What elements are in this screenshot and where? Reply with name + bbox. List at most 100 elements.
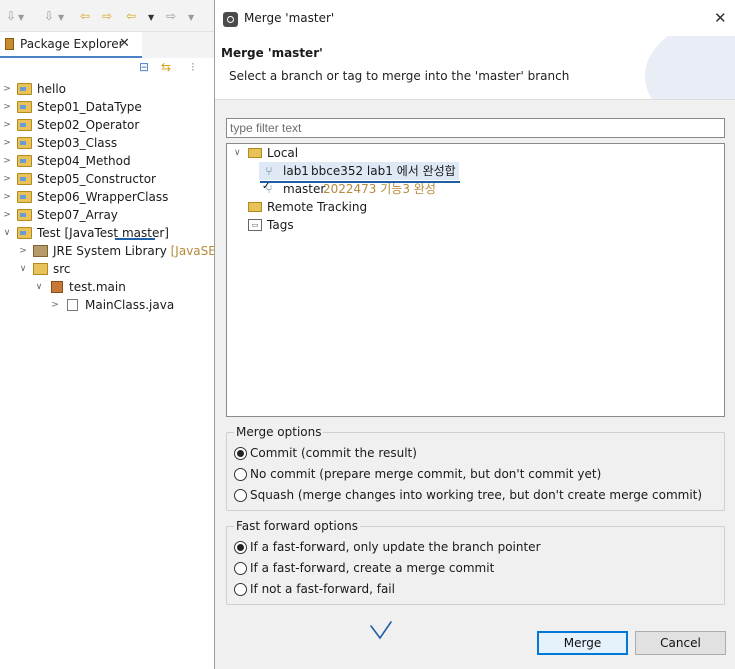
remote-tracking-label: Remote Tracking — [267, 200, 368, 214]
project-icon — [17, 227, 32, 239]
radio-label: Squash (merge changes into working tree,… — [250, 488, 703, 502]
tree-node-tags[interactable]: ▭ Tags — [227, 216, 724, 234]
project-label: Step03_Class — [37, 136, 118, 150]
chevron-right-icon[interactable]: > — [2, 188, 12, 206]
radio-button[interactable] — [234, 583, 247, 596]
fast-forward-options-title: Fast forward options — [234, 519, 360, 533]
library-label: JRE System Library [JavaSE-17 — [53, 242, 235, 260]
previous-annotation-icon[interactable]: ⇦ — [80, 9, 90, 23]
radio-label: Commit (commit the result) — [250, 446, 417, 460]
java-file-icon — [67, 299, 78, 311]
window-title: Merge 'master' — [244, 11, 335, 25]
branch-name: lab1 — [283, 164, 309, 178]
chevron-right-icon[interactable]: > — [2, 134, 12, 152]
library-name: JRE System Library — [53, 244, 167, 258]
link-with-editor-icon[interactable]: ⇆ — [161, 60, 171, 74]
branch-item-master[interactable]: ⑂ ✓ master 2022473 기능3 완성 — [259, 180, 459, 198]
project-label: Step05_Constructor — [37, 172, 156, 186]
external-tool-icon[interactable]: ⇩ — [44, 9, 54, 23]
chevron-right-icon[interactable]: > — [2, 206, 12, 224]
project-label: Step01_DataType — [37, 100, 142, 114]
branch-commit: 2022473 기능3 완성 — [323, 182, 436, 196]
project-label: Step02_Operator — [37, 118, 140, 132]
project-icon — [17, 155, 32, 167]
dialog-titlebar: Merge 'master' ✕ — [215, 0, 735, 36]
annotation-underline — [115, 238, 155, 240]
package-icon — [51, 281, 63, 293]
tab-label: Package Explorer — [20, 37, 124, 51]
filter-input[interactable] — [226, 118, 725, 138]
project-label: hello — [37, 82, 66, 96]
radio-button[interactable] — [234, 447, 247, 460]
merge-options-group: Merge options Commit (commit the result)… — [226, 425, 725, 511]
chevron-down-icon[interactable]: ∨ — [2, 224, 12, 242]
collapse-all-icon[interactable]: ⊟ — [139, 60, 149, 74]
forward-icon[interactable]: ⇨ — [166, 9, 176, 23]
package-label: test.main — [69, 280, 126, 294]
chevron-right-icon[interactable]: > — [2, 152, 12, 170]
radio-label: If a fast-forward, only update the branc… — [250, 540, 541, 554]
folder-icon — [248, 202, 262, 212]
radio-label: If a fast-forward, create a merge commit — [250, 561, 495, 575]
branch-icon: ⑂ — [265, 164, 273, 178]
folder-icon — [248, 148, 262, 158]
close-icon[interactable]: ✕ — [714, 9, 727, 27]
tag-icon: ▭ — [248, 219, 262, 231]
radio-button[interactable] — [234, 468, 247, 481]
merge-dialog: Merge 'master' ✕ Merge 'master' Select a… — [214, 0, 735, 669]
chevron-down-icon[interactable]: ∨ — [34, 278, 44, 296]
chevron-right-icon[interactable]: > — [50, 296, 60, 314]
header-decoration — [645, 36, 735, 99]
project-label: Step04_Method — [37, 154, 131, 168]
library-icon — [33, 245, 48, 257]
radio-button[interactable] — [234, 489, 247, 502]
radio-label: If not a fast-forward, fail — [250, 582, 395, 596]
project-name: Test — [37, 226, 61, 240]
radio-button[interactable] — [234, 562, 247, 575]
project-label: Step06_WrapperClass — [37, 190, 169, 204]
check-icon: ✓ — [262, 181, 271, 192]
chevron-right-icon[interactable]: > — [2, 80, 12, 98]
project-label: Step07_Array — [37, 208, 118, 222]
project-icon — [17, 83, 32, 95]
header-description: Select a branch or tag to merge into the… — [229, 69, 570, 83]
radio-button[interactable] — [234, 541, 247, 554]
cancel-button[interactable]: Cancel — [635, 631, 726, 655]
fast-forward-options-group: Fast forward options If a fast-forward, … — [226, 519, 725, 605]
package-explorer-icon — [5, 38, 14, 50]
chevron-right-icon[interactable]: > — [2, 116, 12, 134]
chevron-right-icon[interactable]: > — [2, 98, 12, 116]
branch-name: master — [283, 182, 326, 196]
project-icon — [17, 101, 32, 113]
project-icon — [17, 137, 32, 149]
chevron-down-icon[interactable]: ▼ — [148, 11, 154, 25]
team-sync-icon[interactable]: ⇩ — [6, 9, 16, 23]
tree-node-remote-tracking[interactable]: Remote Tracking — [227, 198, 724, 216]
chevron-down-icon[interactable]: ∨ — [234, 144, 241, 162]
chevron-down-icon[interactable]: ∨ — [18, 260, 28, 278]
local-label: Local — [267, 146, 299, 160]
source-folder-label: src — [53, 262, 71, 276]
project-icon — [17, 209, 32, 221]
project-icon — [17, 191, 32, 203]
branch-item-lab1[interactable]: ⑂ lab1 bbce352 lab1 에서 완성합 — [259, 162, 459, 180]
next-annotation-icon[interactable]: ⇨ — [102, 9, 112, 23]
view-menu-icon[interactable]: ⁝ — [191, 60, 195, 74]
merge-button[interactable]: Merge — [537, 631, 628, 655]
tree-node-local[interactable]: ∨ Local — [227, 144, 724, 162]
branch-tree: ∨ Local ⑂ lab1 bbce352 lab1 에서 완성합 ⑂ ✓ m… — [226, 143, 725, 417]
chevron-down-icon[interactable]: ▼ — [58, 11, 64, 25]
radio-label: No commit (prepare merge commit, but don… — [250, 467, 602, 481]
package-explorer-tab[interactable]: Package Explorer ✕ — [0, 32, 142, 58]
dialog-header: Merge 'master' Select a branch or tag to… — [215, 36, 735, 100]
chevron-down-icon[interactable]: ▼ — [18, 11, 24, 25]
file-label: MainClass.java — [85, 298, 175, 312]
explorer-view-toolbar — [142, 32, 214, 58]
chevron-down-icon[interactable]: ▼ — [188, 11, 194, 25]
close-icon[interactable]: ✕ — [119, 36, 130, 51]
header-title: Merge 'master' — [221, 46, 323, 60]
project-icon — [17, 173, 32, 185]
chevron-right-icon[interactable]: > — [18, 242, 28, 260]
back-icon[interactable]: ⇦ — [126, 9, 136, 23]
chevron-right-icon[interactable]: > — [2, 170, 12, 188]
